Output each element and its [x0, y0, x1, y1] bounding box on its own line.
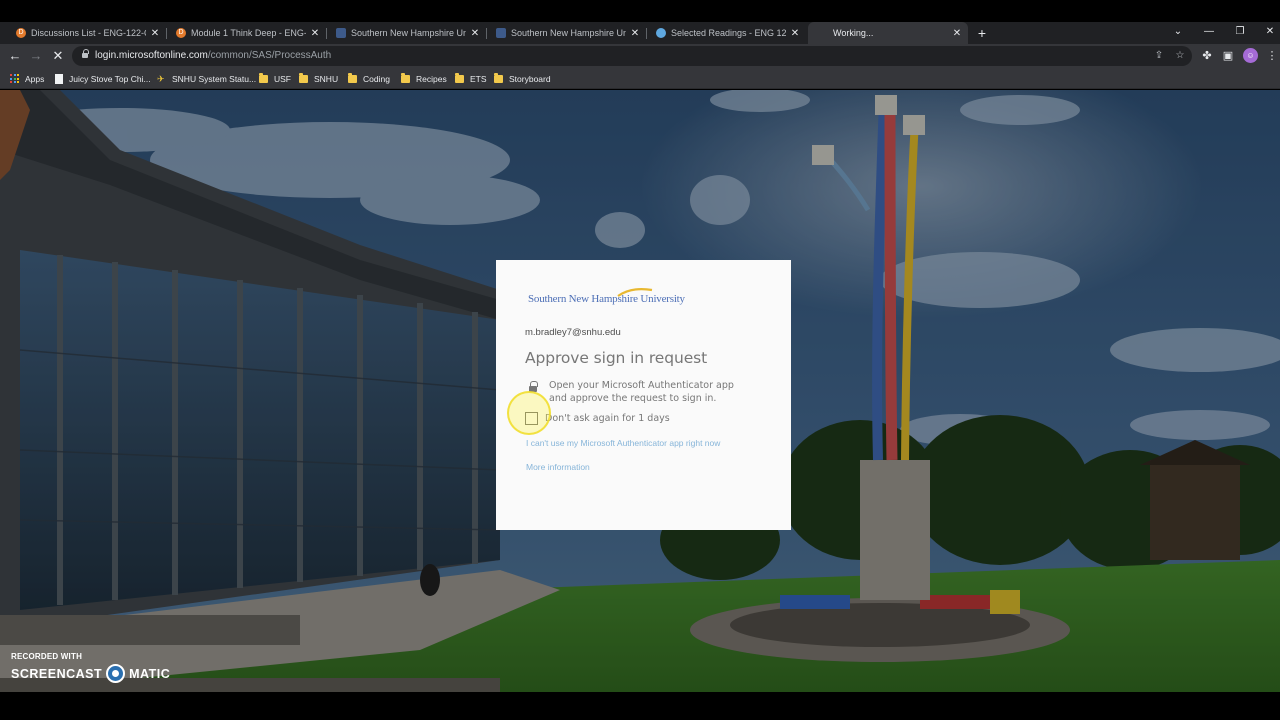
bookmark-star-icon[interactable]: ☆ [1173, 49, 1187, 63]
snhu-logo: Southern New Hampshire University [528, 288, 685, 305]
bookmark-label: USF [274, 73, 291, 84]
bookmark-label: Recipes [416, 73, 447, 84]
bookmark-folder[interactable]: Storyboard [494, 71, 551, 86]
browser-tab-strip: D Discussions List - ENG-122-Q3316 ✕ D M… [0, 22, 1280, 44]
screencast-logo-icon [106, 664, 126, 683]
close-icon[interactable]: ✕ [790, 28, 800, 39]
watermark-left-text: SCREENCAST [11, 666, 103, 681]
snhu-icon: ✈ [157, 73, 165, 84]
more-menu-icon[interactable]: ⋮ [1264, 48, 1280, 64]
bookmark-apps[interactable]: Apps [10, 71, 44, 86]
folder-icon [401, 72, 410, 83]
bookmark-label: SNHU System Statu... [172, 73, 257, 84]
close-icon[interactable]: ✕ [630, 28, 640, 39]
tab-label: Southern New Hampshire University [511, 28, 626, 38]
instruction-text: Open your Microsoft Authenticator app an… [549, 380, 734, 404]
watermark-top-text: RECORDED WITH [11, 652, 83, 661]
profile-avatar[interactable]: ☺ [1243, 48, 1258, 63]
close-icon[interactable]: ✕ [952, 28, 962, 39]
folder-icon [348, 72, 357, 83]
tab-label: Southern New Hampshire University [351, 28, 466, 38]
video-letterbox-top [0, 0, 1280, 22]
d2l-icon: D [16, 28, 26, 38]
window-close-icon[interactable]: ✕ [1258, 22, 1280, 44]
tab-search-icon[interactable]: ⌄ [1166, 22, 1190, 44]
snhu-page-icon [336, 28, 346, 38]
close-icon[interactable]: ✕ [150, 28, 160, 39]
address-bar[interactable]: login.microsoftonline.com/common/SAS/Pro… [72, 46, 1192, 66]
bookmark-label: Coding [363, 73, 390, 84]
folder-icon [299, 72, 308, 83]
url-text: login.microsoftonline.com/common/SAS/Pro… [95, 50, 331, 61]
side-panel-icon[interactable]: ▣ [1220, 48, 1236, 64]
browser-tab[interactable]: D Module 1 Think Deep - ENG-122-Q3 ✕ [166, 22, 326, 44]
cant-use-authenticator-link[interactable]: I can't use my Microsoft Authenticator a… [526, 438, 720, 448]
browser-tab[interactable]: Selected Readings - ENG 122 - Co ✕ [646, 22, 806, 44]
bookmark-folder[interactable]: Coding [348, 71, 390, 86]
minimize-icon[interactable]: — [1197, 22, 1221, 44]
close-icon[interactable]: ✕ [310, 28, 320, 39]
bookmark-label: Apps [25, 73, 45, 84]
browser-toolbar: ← → ✕ login.microsoftonline.com/common/S… [0, 44, 1280, 68]
restore-icon[interactable]: ❐ [1228, 22, 1252, 44]
cursor-highlight [507, 391, 551, 435]
page-title: Approve sign in request [525, 349, 708, 367]
bookmark-label: ETS [470, 73, 487, 84]
back-arrow-icon[interactable]: ← [6, 47, 24, 65]
tab-label: Module 1 Think Deep - ENG-122-Q3 [191, 28, 306, 38]
lock-icon[interactable] [82, 49, 89, 60]
watermark-right-text: MATIC [129, 666, 171, 681]
folder-icon [455, 72, 464, 83]
logo-swoosh-icon [617, 288, 653, 297]
logo-text: Southern New Hampshire University [528, 293, 685, 305]
folder-icon [259, 72, 268, 83]
watermark-logo: SCREENCAST MATIC [11, 664, 170, 683]
browser-tab-active[interactable]: Working... ✕ [808, 22, 968, 44]
url-path: /common/SAS/ProcessAuth [207, 50, 332, 61]
page-icon [55, 73, 63, 84]
snhu-page-icon [496, 28, 506, 38]
account-email: m.bradley7@snhu.edu [525, 327, 621, 338]
bookmark-item[interactable]: Juicy Stove Top Chi... [55, 71, 151, 86]
extensions-puzzle-icon[interactable]: ✤ [1199, 48, 1215, 64]
url-host: login.microsoftonline.com [95, 50, 208, 61]
tab-label: Selected Readings - ENG 122 - Co [671, 28, 786, 38]
apps-grid-icon [10, 74, 19, 83]
tab-label: Discussions List - ENG-122-Q3316 [31, 28, 146, 38]
page-content: Southern New Hampshire University m.brad… [0, 90, 1280, 692]
browser-tab[interactable]: D Discussions List - ENG-122-Q3316 ✕ [6, 22, 166, 44]
stop-loading-icon[interactable]: ✕ [49, 47, 67, 65]
bookmarks-bar: Apps Juicy Stove Top Chi... ✈ SNHU Syste… [0, 68, 1280, 89]
video-letterbox-bottom [0, 692, 1280, 720]
close-icon[interactable]: ✕ [470, 28, 480, 39]
cloud-icon [656, 28, 666, 38]
bookmark-folder[interactable]: SNHU [299, 71, 338, 86]
tab-label: Working... [833, 28, 874, 38]
bookmark-folder[interactable]: ETS [455, 71, 487, 86]
bookmark-folder[interactable]: Recipes [401, 71, 447, 86]
loading-icon [818, 28, 828, 38]
dont-ask-again-label[interactable]: Don't ask again for 1 days [545, 412, 670, 425]
instruction-row: Open your Microsoft Authenticator app an… [525, 379, 754, 405]
bookmark-label: Juicy Stove Top Chi... [69, 73, 151, 84]
browser-tab[interactable]: Southern New Hampshire University ✕ [326, 22, 486, 44]
more-information-link[interactable]: More information [526, 462, 590, 472]
share-icon[interactable]: ⇪ [1152, 49, 1166, 63]
bookmark-label: SNHU [314, 73, 339, 84]
d2l-icon: D [176, 28, 186, 38]
screencast-watermark: RECORDED WITH SCREENCAST MATIC [11, 652, 170, 683]
browser-tab[interactable]: Southern New Hampshire University ✕ [486, 22, 646, 44]
forward-arrow-icon[interactable]: → [27, 47, 45, 65]
bookmark-item[interactable]: ✈ SNHU System Statu... [157, 71, 256, 86]
new-tab-button[interactable]: + [975, 22, 989, 44]
bookmark-folder[interactable]: USF [259, 71, 291, 86]
bookmark-label: Storyboard [509, 73, 551, 84]
folder-icon [494, 72, 503, 83]
